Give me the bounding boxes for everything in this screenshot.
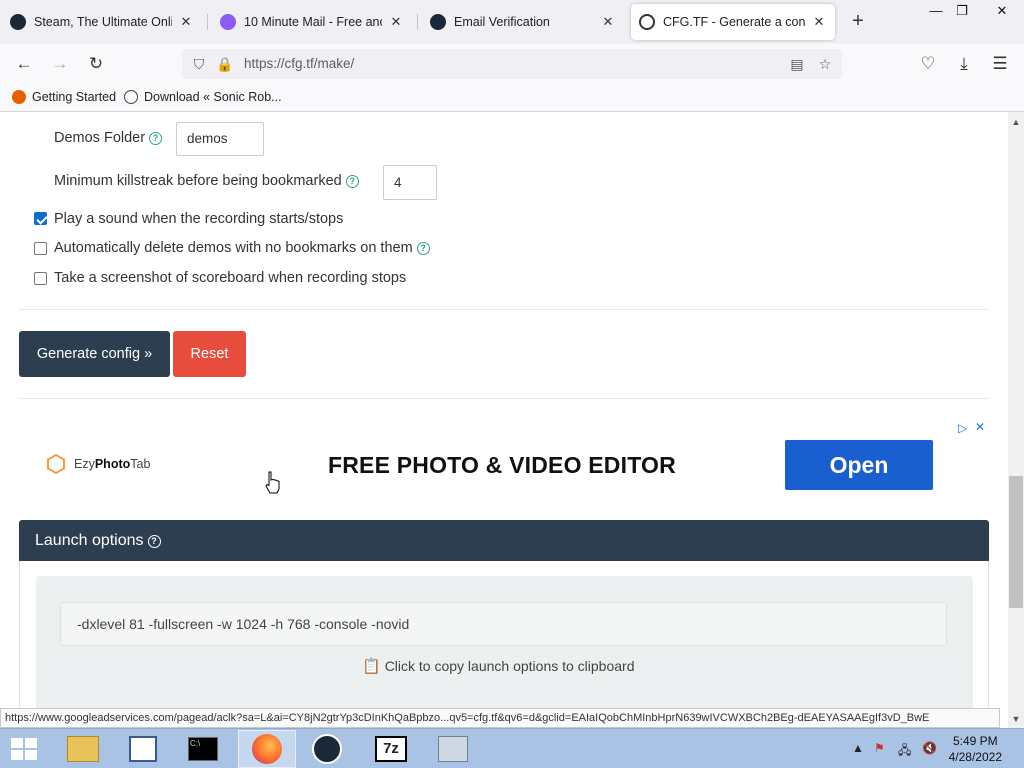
app-window-icon — [438, 736, 468, 762]
tab-title: Email Verification — [454, 15, 550, 29]
tab-title: Steam, The Ultimate Online — [34, 15, 172, 29]
killstreak-input[interactable]: 4 — [383, 165, 437, 200]
reader-view-icon[interactable]: ▤ — [788, 55, 806, 73]
page-content: Demos Folder? demos Minimum killstreak b… — [0, 112, 1008, 708]
killstreak-label: Minimum killstreak before being bookmark… — [54, 173, 359, 189]
close-window-button[interactable]: ✕ — [986, 0, 1018, 22]
document-icon — [129, 736, 157, 762]
windows-logo-icon — [11, 738, 37, 760]
scroll-up-arrow[interactable]: ▲ — [1008, 114, 1024, 130]
bookmark-label: Download « Sonic Rob... — [144, 90, 282, 104]
firefox-icon — [12, 90, 26, 104]
help-icon[interactable]: ? — [147, 535, 161, 548]
tab-title: CFG.TF - Generate a config — [663, 15, 805, 29]
taskbar-firefox[interactable] — [238, 730, 296, 768]
launch-options-header: Launch options? — [19, 520, 989, 561]
pocket-icon[interactable]: ♡ — [916, 52, 940, 76]
copy-launch-options-button[interactable]: 📋 Click to copy launch options to clipbo… — [362, 657, 635, 675]
bookmark-star-icon[interactable]: ☆ — [816, 55, 834, 73]
close-tab-icon[interactable]: ✕ — [178, 14, 194, 30]
scroll-down-arrow[interactable]: ▼ — [1008, 711, 1024, 727]
close-tab-icon[interactable]: ✕ — [388, 14, 404, 30]
clipboard-icon: 📋 — [362, 658, 381, 675]
play-sound-label[interactable]: Play a sound when the recording starts/s… — [54, 211, 343, 227]
show-hidden-icons[interactable]: ▲ — [852, 741, 864, 755]
maximize-button[interactable]: ❐ — [946, 0, 978, 22]
bookmark-getting-started[interactable]: Getting Started — [12, 90, 116, 104]
bookmark-sonic[interactable]: Download « Sonic Rob... — [124, 90, 282, 104]
divider — [18, 309, 989, 310]
vertical-scrollbar[interactable] — [1008, 112, 1024, 728]
scrollbar-thumb[interactable] — [1009, 476, 1023, 608]
network-icon[interactable]: 🖧 — [898, 741, 911, 762]
taskbar-steam[interactable] — [298, 730, 356, 768]
tab-10-minute-mail[interactable]: 10 Minute Mail - Free anony ✕ — [212, 4, 412, 40]
new-tab-button[interactable]: + — [846, 10, 870, 34]
help-icon[interactable]: ? — [149, 132, 163, 145]
tab-cfg-tf[interactable]: CFG.TF - Generate a config ✕ — [631, 4, 835, 40]
close-tab-icon[interactable]: ✕ — [811, 14, 827, 30]
close-tab-icon[interactable]: ✕ — [600, 14, 616, 30]
globe-icon — [124, 90, 138, 104]
demos-folder-label: Demos Folder? — [54, 130, 163, 146]
ad-open-button[interactable]: Open — [785, 440, 933, 490]
downloads-icon[interactable]: ⤓ — [952, 52, 976, 76]
status-link-preview: https://www.googleadservices.com/pagead/… — [0, 708, 1000, 728]
clock-date: 4/28/2022 — [948, 750, 1002, 764]
reset-button[interactable]: Reset — [173, 331, 246, 377]
bookmark-label: Getting Started — [32, 90, 117, 104]
start-button[interactable] — [0, 730, 48, 768]
help-icon[interactable]: ? — [416, 242, 430, 255]
ad-close-icon[interactable]: ✕ — [975, 420, 985, 434]
7zip-icon: 7z — [375, 736, 407, 762]
url-text[interactable]: https://cfg.tf/make/ — [244, 56, 354, 71]
hexagon-logo-icon — [47, 454, 65, 474]
ad-logo[interactable]: Ezy Photo Tab — [46, 454, 150, 474]
clock[interactable]: 5:49 PM 4/28/2022 — [949, 733, 1002, 765]
clock-time: 5:49 PM — [952, 734, 998, 748]
reload-button[interactable]: ↻ — [84, 52, 108, 76]
folder-icon — [67, 736, 99, 762]
tab-email-verification[interactable]: Email Verification ✕ — [422, 4, 624, 40]
taskbar-notepad[interactable] — [114, 730, 172, 768]
launch-options-input[interactable]: -dxlevel 81 -fullscreen -w 1024 -h 768 -… — [60, 602, 947, 646]
globe-icon — [639, 14, 655, 30]
tab-steam[interactable]: Steam, The Ultimate Online ✕ — [2, 4, 202, 40]
action-center-flag-icon[interactable]: ⚑ — [874, 741, 885, 755]
firefox-icon — [252, 734, 282, 764]
play-sound-checkbox[interactable] — [34, 212, 47, 225]
lock-icon[interactable]: 🔒 — [216, 55, 234, 73]
terminal-icon: C:\ — [188, 737, 218, 761]
screenshot-label[interactable]: Take a screenshot of scoreboard when rec… — [54, 270, 406, 286]
tab-title: 10 Minute Mail - Free anony — [244, 15, 382, 29]
tab-strip: Steam, The Ultimate Online ✕ 10 Minute M… — [0, 0, 1024, 44]
taskbar-explorer[interactable] — [54, 730, 112, 768]
back-button[interactable]: ← — [12, 52, 36, 76]
taskbar-7zip[interactable]: 7z — [362, 730, 420, 768]
forward-button[interactable]: → — [48, 52, 72, 76]
screenshot-checkbox[interactable] — [34, 272, 47, 285]
ad-headline[interactable]: FREE PHOTO & VIDEO EDITOR — [328, 452, 676, 479]
shield-icon[interactable]: ⛉ — [190, 55, 208, 73]
taskbar: C:\ 7z ▲ ⚑ 🖧 🔇 5:49 PM 4/28/2022 — [0, 728, 1024, 768]
divider — [18, 398, 989, 399]
steam-icon — [312, 734, 342, 764]
adchoices-icon[interactable]: ▷ — [958, 421, 967, 435]
help-icon[interactable]: ? — [345, 175, 359, 188]
steam-icon — [430, 14, 446, 30]
generate-config-button[interactable]: Generate config » — [19, 331, 170, 377]
bookmarks-bar: Getting Started Download « Sonic Rob... — [0, 84, 1024, 112]
menu-icon[interactable]: ☰ — [988, 52, 1012, 76]
hand-cursor-icon — [265, 471, 280, 494]
mail-at-icon — [220, 14, 236, 30]
auto-delete-label[interactable]: Automatically delete demos with no bookm… — [54, 240, 430, 256]
taskbar-cmd[interactable]: C:\ — [174, 730, 232, 768]
taskbar-app[interactable] — [424, 730, 482, 768]
demos-folder-input[interactable]: demos — [176, 122, 264, 156]
navigation-bar: ← → ↻ ⛉ 🔒 https://cfg.tf/make/ ▤ ☆ ♡ ⤓ ☰ — [0, 44, 1024, 84]
volume-muted-icon[interactable]: 🔇 — [922, 741, 937, 755]
auto-delete-checkbox[interactable] — [34, 242, 47, 255]
steam-icon — [10, 14, 26, 30]
address-bar[interactable]: ⛉ 🔒 https://cfg.tf/make/ ▤ ☆ — [182, 49, 842, 79]
